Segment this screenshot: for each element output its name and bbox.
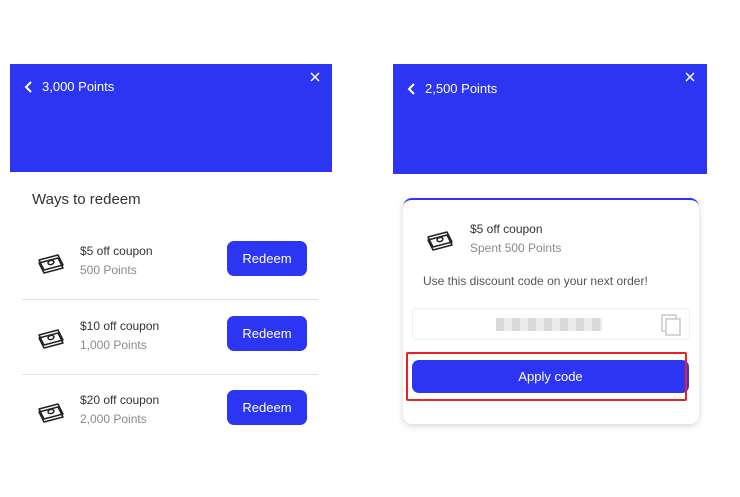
coupon-title: $5 off coupon <box>470 222 543 236</box>
redeem-button[interactable]: Redeem <box>227 390 307 425</box>
redeem-button[interactable]: Redeem <box>227 316 307 351</box>
cash-icon <box>38 403 64 423</box>
coupon-title: $10 off coupon <box>80 319 160 333</box>
discount-code-field[interactable] <box>412 308 690 340</box>
back-button[interactable]: 2,500 Points <box>407 81 497 96</box>
points-label: 3,000 Points <box>42 79 115 94</box>
redeem-option-20: $20 off coupon 2,000 Points Redeem <box>22 375 318 449</box>
ways-to-redeem-title: Ways to redeem <box>32 191 141 208</box>
right-panel-header: 2,500 Points <box>393 64 707 174</box>
highlight-box <box>406 352 687 401</box>
cash-icon <box>427 231 453 251</box>
cash-icon <box>38 254 64 274</box>
coupon-points: 500 Points <box>80 263 137 277</box>
left-panel-header: 3,000 Points <box>10 64 332 172</box>
points-label: 2,500 Points <box>425 81 498 96</box>
coupon-title: $20 off coupon <box>80 393 160 407</box>
coupon-points: 1,000 Points <box>80 338 147 352</box>
redeem-option-10: $10 off coupon 1,000 Points Redeem <box>22 301 318 375</box>
back-chevron-icon <box>407 82 415 95</box>
cash-icon <box>38 329 64 349</box>
discount-code-blurred <box>496 318 602 331</box>
coupon-spent: Spent 500 Points <box>470 241 562 255</box>
coupon-points: 2,000 Points <box>80 412 147 426</box>
redeem-button[interactable]: Redeem <box>227 241 307 276</box>
coupon-title: $5 off coupon <box>80 244 153 258</box>
copy-icon[interactable] <box>659 313 683 337</box>
close-icon[interactable] <box>309 71 321 83</box>
close-icon[interactable] <box>684 71 696 83</box>
coupon-instruction: Use this discount code on your next orde… <box>423 274 648 288</box>
redeem-option-5: $5 off coupon 500 Points Redeem <box>22 226 318 300</box>
back-chevron-icon <box>24 80 32 93</box>
back-button[interactable]: 3,000 Points <box>24 79 114 94</box>
